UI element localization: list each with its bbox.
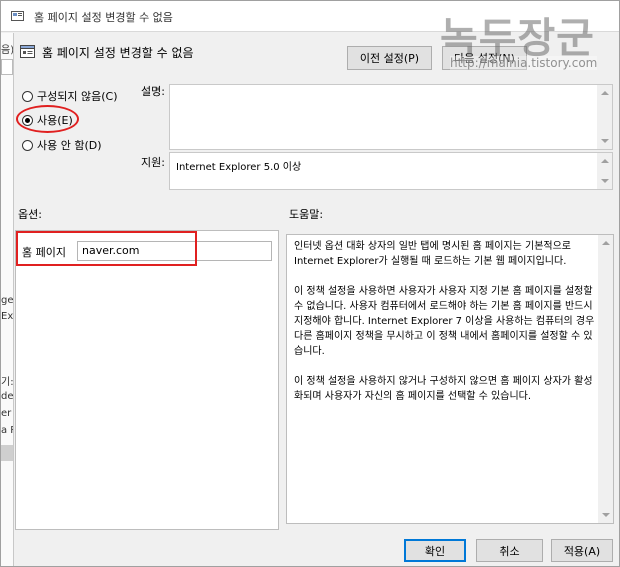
background-text: 기:: [1, 377, 14, 388]
background-text: er: [1, 408, 12, 419]
comment-label: 설명:: [141, 85, 165, 98]
background-text: a P: [1, 425, 13, 436]
supported-field: Internet Explorer 5.0 이상: [169, 152, 613, 190]
annotation-circle: [16, 105, 79, 133]
background-field: [1, 59, 13, 75]
help-paragraph: 이 정책 설정을 사용하지 않거나 구성하지 않으면 홈 페이지 상자가 활성화…: [294, 376, 593, 402]
supported-label: 지원:: [141, 156, 165, 169]
radio-button[interactable]: [22, 139, 33, 151]
annotation-box: [16, 231, 197, 266]
background-text: de: [1, 391, 14, 402]
options-label: 옵션:: [18, 208, 42, 221]
help-paragraph: 이 정책 설정을 사용하면 사용자가 사용자 지정 기본 홈 페이지를 설정할 …: [294, 286, 595, 357]
previous-setting-button[interactable]: 이전 설정(P): [347, 46, 432, 70]
scroll-up-icon[interactable]: [602, 241, 610, 245]
apply-button[interactable]: 적용(A): [551, 539, 613, 562]
supported-value: Internet Explorer 5.0 이상: [176, 162, 302, 173]
radio-button[interactable]: [22, 90, 33, 102]
policy-icon: [11, 11, 24, 21]
help-label: 도움말:: [289, 208, 324, 221]
background-text: Exp: [1, 311, 14, 322]
scroll-up-icon[interactable]: [601, 159, 609, 163]
radio-label: 사용 안 함(D): [37, 139, 102, 152]
background-window: 음) ge Exp 기: de er a P: [1, 33, 14, 566]
scroll-down-icon[interactable]: [602, 513, 610, 517]
ok-button[interactable]: 확인: [404, 539, 466, 562]
comment-textarea[interactable]: [169, 84, 613, 150]
help-scrollbar[interactable]: [598, 235, 613, 523]
help-text-panel: 인터넷 옵션 대화 상자의 일반 탭에 명시된 홈 페이지는 기본적으로 Int…: [286, 234, 614, 524]
radio-disabled[interactable]: 사용 안 함(D): [22, 137, 102, 153]
scroll-down-icon[interactable]: [601, 139, 609, 143]
supported-scrollbar[interactable]: [597, 153, 612, 189]
watermark-logo: 녹두장군: [440, 14, 595, 62]
setting-icon: [20, 45, 35, 58]
comment-scrollbar[interactable]: [597, 85, 612, 149]
watermark-url: http://mainia.tistory.com: [450, 56, 598, 70]
background-text: ge: [1, 295, 14, 306]
window-title: 홈 페이지 설정 변경할 수 없음: [34, 11, 173, 24]
background-text: 음): [1, 45, 14, 56]
options-panel: [15, 230, 279, 530]
help-paragraph: 인터넷 옵션 대화 상자의 일반 탭에 명시된 홈 페이지는 기본적으로 Int…: [294, 241, 572, 267]
radio-label: 구성되지 않음(C): [37, 90, 118, 103]
cancel-button[interactable]: 취소: [476, 539, 543, 562]
setting-title: 홈 페이지 설정 변경할 수 없음: [42, 46, 194, 60]
scroll-up-icon[interactable]: [601, 91, 609, 95]
scroll-down-icon[interactable]: [601, 179, 609, 183]
radio-not-configured[interactable]: 구성되지 않음(C): [22, 88, 117, 104]
background-field: [1, 445, 13, 461]
